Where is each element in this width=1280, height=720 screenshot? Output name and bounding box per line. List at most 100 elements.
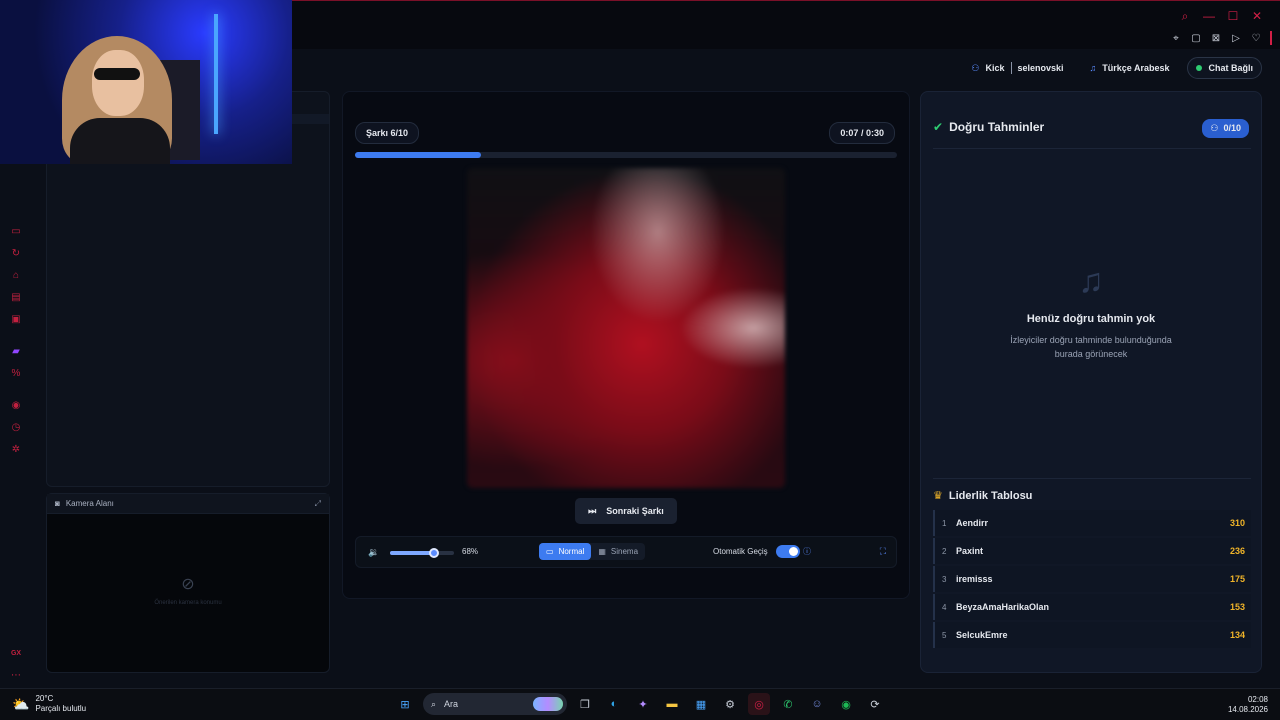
leaderboard-row: 3 iremisss 175 [933,566,1251,592]
rank: 1 [942,518,947,528]
total-time: 0:30 [865,128,884,138]
next-song-button[interactable]: ⏭ Sonraki Şarkı [575,498,677,524]
fullscreen-icon[interactable]: ⛶ [880,546,886,557]
player-name: Aendirr [956,518,989,528]
block-icon[interactable]: ⊠ [1210,33,1222,44]
users-icon: ⚇ [971,62,980,73]
empty-description: İzleyiciler doğru tahminde bulunduğunda … [921,333,1261,361]
mode-cinema-button[interactable]: ▦ Sinema [591,543,645,560]
taskbar-search[interactable]: ⌕ Ara [423,693,567,715]
auto-advance-toggle[interactable] [776,545,800,558]
camera-placeholder: ⊘ Önerilen kamera konumu [47,574,329,606]
spotify-icon[interactable]: ◉ [835,693,857,715]
leaderboard-title: Liderlik Tablosu [948,489,1033,502]
gx-label[interactable]: GX [9,647,23,661]
camera-header: ◙ Kamera Alanı ⤢ [47,494,329,514]
expand-icon[interactable]: ⤢ [315,499,321,509]
guesses-panel: ✔ Doğru Tahminler ⚇ 0/10 ♫ Henüz doğru t… [920,91,1262,673]
browser-sidebar: ▭ ↻ ⌂ ▤ ▣ ▰ % ◉ ◷ ✲ GX ⋯ [0,161,32,689]
twitch-icon[interactable]: ▰ [9,345,23,359]
discord-icon[interactable]: ☺ [806,693,828,715]
toggle-knob [789,547,798,556]
send-icon[interactable]: ▷ [1230,33,1242,44]
view-mode-toggle: ▭ Normal ▦ Sinema [539,543,646,560]
refresh-icon[interactable]: ↻ [9,247,23,261]
volume-percent: 68% [462,547,479,556]
window-controls: ⌕ — ☐ ✕ [1178,9,1264,24]
search-placeholder: Ara [444,699,459,709]
volume-icon[interactable]: 🔉 [368,547,379,558]
progress-bar[interactable] [355,152,897,158]
camera-icon: ◙ [55,499,60,508]
steam-icon[interactable]: ⚙ [719,693,741,715]
streamer-face [92,50,144,116]
clock-time: 02:08 [1247,695,1268,704]
more-icon[interactable]: ⋯ [9,669,23,683]
mode-normal-button[interactable]: ▭ Normal [539,543,592,560]
film-icon: ▦ [598,547,606,556]
player-controls: 🔉 68% ▭ Normal ▦ Sinema Otomatik Geçiş ⓘ… [355,536,897,568]
clock-icon[interactable]: ◷ [9,421,23,435]
volume-slider[interactable] [390,548,454,558]
settings-icon[interactable]: ✲ [9,443,23,457]
taskbar: ⛅ 20°C Parçalı bulutlu ⊞ ⌕ Ara ❐ ◐ ✦ ▬ ▦… [0,688,1280,720]
play-circle-icon[interactable]: ◉ [9,399,23,413]
weather-text: 20°C Parçalı bulutlu [35,694,86,714]
windows-start-icon[interactable]: ⊞ [394,693,416,715]
edge-icon[interactable]: ◐ [603,693,625,715]
camera-panel: ◙ Kamera Alanı ⤢ ⊘ Önerilen kamera konum… [46,493,330,673]
gamepad-icon[interactable]: ▭ [9,225,23,239]
chat-status-label: Chat Bağlı [1208,63,1253,73]
leaderboard-row: 1 Aendirr 310 [933,510,1251,536]
maximize-button[interactable]: ☐ [1226,9,1240,24]
robot-icon[interactable]: ⌂ [9,269,23,283]
sunglasses [94,68,140,80]
grid-icon[interactable]: ▣ [9,313,23,327]
snapshot-icon[interactable]: ▢ [1190,33,1202,44]
minimize-button[interactable]: — [1202,9,1216,24]
player-name: Paxint [956,546,984,556]
leaderboard-header: ♛ Liderlik Tablosu [933,489,1033,503]
leaderboard-row: 4 BeyzaAmaHarikaOlan 153 [933,594,1251,620]
copilot-icon[interactable]: ✦ [632,693,654,715]
player-score: 236 [1229,546,1245,556]
time-separator: / [860,128,864,138]
music-player: Şarkı 6/10 0:07 / 0:30 ⏭ Sonraki Şarkı 🔉… [342,91,910,599]
divider [933,478,1251,479]
volume-fill [390,551,434,555]
player-name: iremisss [956,574,993,584]
info-icon[interactable]: ⓘ [803,546,811,557]
task-view-icon[interactable]: ❐ [574,693,596,715]
users-icon: ⚇ [1210,123,1219,133]
separator [1010,62,1012,74]
chat-status-badge: Chat Bağlı [1187,57,1262,79]
monitor-icon: ▭ [546,547,554,556]
whatsapp-icon[interactable]: ✆ [777,693,799,715]
volume-knob[interactable] [428,548,439,558]
store-icon[interactable]: ▦ [690,693,712,715]
heart-icon[interactable]: ♡ [1250,33,1262,44]
file-explorer-icon[interactable]: ▬ [661,693,683,715]
monitor-icon[interactable]: ▤ [9,291,23,305]
opera-gx-icon[interactable]: ◎ [748,693,770,715]
led-light [214,14,218,134]
sidebar-toggle[interactable] [1270,31,1272,45]
system-clock[interactable]: 02:08 14.08.2026 [1228,695,1268,715]
percent-icon[interactable]: % [9,367,23,381]
weather-widget[interactable]: ⛅ 20°C Parçalı bulutlu [12,694,86,714]
leaderboard-row: 5 SelcukEmre 134 [933,622,1251,648]
pin-icon[interactable]: ⌖ [1170,33,1182,44]
search-icon[interactable]: ⌕ [1178,9,1192,24]
camera-off-icon: ⊘ [181,576,195,593]
search-icon: ⌕ [431,698,437,709]
progress-fill [355,152,482,158]
empty-description-line2: burada görünecek [1054,349,1128,359]
player-name: SelcukEmre [956,630,1008,640]
leaderboard-list: 1 Aendirr 310 2 Paxint 236 3 iremisss 17… [933,510,1251,650]
album-cover-blurred [467,168,785,488]
status-bar: ⚇ Kick selenovski ♫ Türkçe Arabesk Chat … [963,57,1262,79]
app-icon[interactable]: ⟳ [864,693,886,715]
camera-title: Kamera Alanı [65,499,114,508]
close-button[interactable]: ✕ [1250,9,1264,24]
playlist-status: ♫ Türkçe Arabesk [1082,58,1178,78]
